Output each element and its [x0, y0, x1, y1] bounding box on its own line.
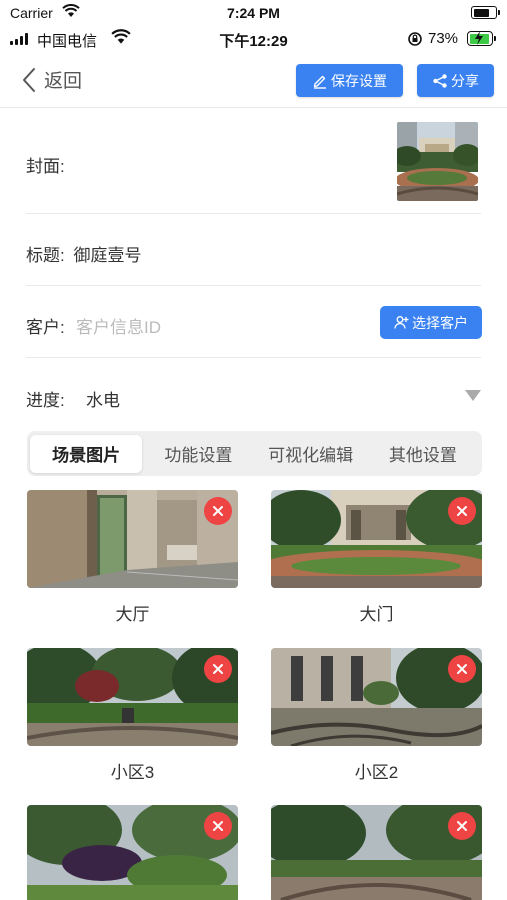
cover-row: 封面:: [26, 108, 481, 214]
scene-item-community-3[interactable]: 小区3: [27, 648, 238, 783]
scene-thumbnail[interactable]: [27, 805, 238, 900]
title-row: 标题: 御庭壹号: [26, 214, 481, 286]
back-button[interactable]: 返回: [22, 66, 82, 93]
close-icon: [213, 821, 223, 831]
simulator-time: 7:24 PM: [227, 5, 280, 21]
share-icon: [433, 73, 447, 88]
close-icon: [213, 506, 223, 516]
scene-thumbnail[interactable]: [27, 490, 238, 588]
delete-scene-button[interactable]: [448, 655, 476, 683]
save-settings-label: 保存设置: [331, 72, 387, 89]
scene-item[interactable]: [27, 805, 238, 900]
title-value: 御庭壹号: [73, 246, 142, 265]
delete-scene-button[interactable]: [204, 812, 232, 840]
scene-item-lobby[interactable]: 大厅: [27, 490, 238, 625]
scene-thumbnail[interactable]: [271, 490, 482, 588]
delete-scene-button[interactable]: [204, 655, 232, 683]
select-client-button[interactable]: 选择客户: [380, 306, 482, 339]
progress-value: 水电: [86, 391, 120, 410]
delete-scene-button[interactable]: [448, 497, 476, 525]
share-label: 分享: [451, 72, 479, 89]
close-icon: [457, 821, 467, 831]
scene-label: 小区3: [110, 763, 155, 782]
simulator-status-bar: Carrier 7:24 PM: [0, 0, 507, 26]
chevron-left-icon: [23, 67, 35, 92]
cover-label: 封面:: [26, 157, 65, 176]
tab-function-settings[interactable]: 功能设置: [142, 435, 254, 473]
scene-thumbnail[interactable]: [27, 648, 238, 746]
rotation-lock-icon: [408, 32, 422, 46]
client-row: 客户: 客户信息ID 选择客户: [26, 286, 482, 358]
dropdown-arrow-icon[interactable]: [465, 390, 481, 401]
battery-charging-icon: [467, 31, 496, 46]
add-user-icon: [394, 316, 409, 329]
tab-scene-images[interactable]: 场景图片: [30, 434, 143, 473]
select-client-label: 选择客户: [412, 314, 468, 331]
segmented-tabs: 场景图片 功能设置 可视化编辑 其他设置: [27, 431, 482, 476]
scene-item-community-2[interactable]: 小区2: [271, 648, 482, 783]
back-label: 返回: [44, 71, 83, 92]
scene-thumbnail[interactable]: [271, 648, 482, 746]
progress-label: 进度:: [26, 391, 65, 410]
tab-other-settings[interactable]: 其他设置: [367, 435, 479, 473]
close-icon: [213, 664, 223, 674]
scene-label: 大厅: [115, 605, 150, 624]
scene-thumbnail[interactable]: [271, 805, 482, 900]
close-icon: [457, 664, 467, 674]
battery-percent: 73%: [428, 30, 459, 47]
edit-icon: [313, 75, 326, 89]
delete-scene-button[interactable]: [448, 812, 476, 840]
title-field[interactable]: 标题: 御庭壹号: [26, 241, 141, 266]
scene-item-gate[interactable]: 大门: [271, 490, 482, 625]
scene-label: 小区2: [354, 763, 399, 782]
tab-visual-editing[interactable]: 可视化编辑: [255, 435, 367, 473]
scene-label: 大门: [359, 605, 394, 624]
client-label: 客户:: [26, 318, 65, 337]
close-icon: [457, 506, 467, 516]
title-label: 标题:: [26, 246, 65, 265]
cover-image[interactable]: [397, 122, 478, 201]
progress-row[interactable]: 进度: 水电: [26, 358, 481, 430]
delete-scene-button[interactable]: [204, 497, 232, 525]
client-id-input[interactable]: 客户信息ID: [76, 313, 161, 338]
simulator-battery-icon: [471, 6, 500, 19]
scene-item[interactable]: [271, 805, 482, 900]
device-status-bar: 中国电信 下午12:29 73%: [0, 27, 507, 51]
share-button[interactable]: 分享: [417, 64, 494, 97]
save-settings-button[interactable]: 保存设置: [296, 64, 403, 97]
